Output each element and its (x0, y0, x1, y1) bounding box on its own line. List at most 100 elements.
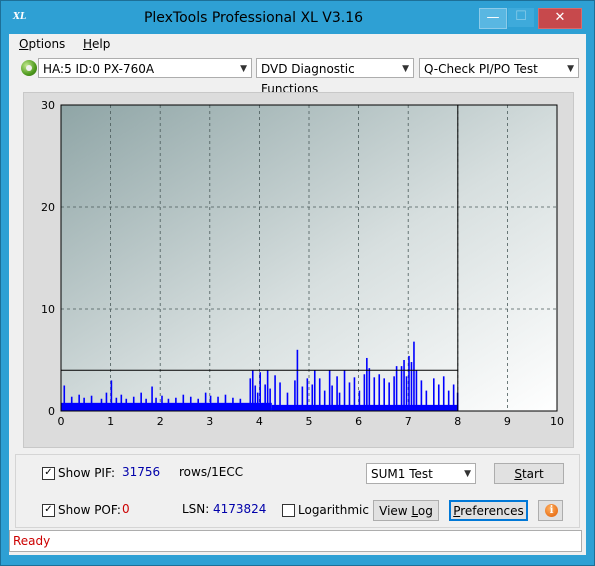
x-tick-label: 5 (306, 415, 313, 428)
pif-bar (90, 395, 93, 411)
pif-bar (338, 392, 341, 411)
pif-bar (249, 378, 252, 411)
pif-bar (405, 376, 408, 411)
pif-bar (447, 390, 450, 411)
y-tick-label: 10 (41, 303, 55, 316)
pif-bar (415, 370, 418, 411)
start-button-accel: S (514, 467, 522, 481)
pif-bar (155, 397, 157, 411)
pif-bar (259, 372, 261, 411)
view-log-button-a: View (379, 504, 412, 518)
drive-status-icon (21, 60, 37, 76)
x-tick-label: 8 (454, 415, 461, 428)
pif-bar (125, 398, 128, 411)
pif-bar (420, 380, 423, 411)
pif-bar (313, 370, 316, 411)
window-title: PlexTools Professional XL V3.16 (143, 10, 364, 26)
chevron-down-icon: ▼ (567, 64, 574, 74)
pif-bar (437, 384, 440, 411)
minimize-button[interactable]: — (479, 8, 507, 29)
pif-bar (274, 375, 276, 411)
menu-help[interactable]: Help (83, 37, 110, 51)
pif-bar (410, 362, 413, 411)
pif-bar (358, 390, 361, 411)
pif-bar (70, 396, 73, 411)
rows-label: rows/1ECC (179, 465, 244, 479)
pif-bar (286, 392, 289, 411)
title-bar[interactable]: XL PlexTools Professional XL V3.16 — ☐ ✕ (1, 1, 594, 34)
status-bar: Ready (9, 530, 582, 552)
menu-bar: Options Help (9, 34, 586, 54)
preferences-button[interactable]: Preferences (449, 500, 528, 521)
pif-bar (452, 384, 455, 411)
function-select[interactable]: DVD Diagnostic Functions ▼ (256, 58, 414, 96)
client-area: Options Help HA:5 ID:0 PX-760A ▼ DVD Dia… (9, 34, 586, 555)
pif-bar (395, 366, 398, 411)
pif-bar (442, 376, 445, 411)
view-log-button[interactable]: View Log (373, 500, 439, 521)
y-tick-label: 30 (41, 99, 55, 112)
pif-bar (363, 374, 366, 411)
logarithmic-label: Logarithmic (298, 503, 369, 517)
pif-value: 31756 (122, 465, 161, 479)
pif-bar (197, 398, 199, 411)
logarithmic-checkbox[interactable] (282, 504, 295, 517)
pif-bar (105, 392, 108, 411)
pif-bar (400, 366, 403, 411)
chart-panel: 0 1 2 3 4 5 6 7 8 9 10 0 10 20 30 (23, 92, 574, 448)
pif-bar (328, 370, 331, 411)
pif-bar (373, 377, 376, 411)
sum-test-value: SUM1 Test (371, 467, 433, 481)
pif-bar (266, 370, 269, 411)
x-tick-label: 6 (355, 415, 362, 428)
drive-select[interactable]: HA:5 ID:0 PX-760A ▼ (38, 58, 252, 78)
pif-bar (251, 370, 254, 411)
drive-select-value: HA:5 ID:0 PX-760A (43, 62, 155, 76)
pif-bar (189, 396, 192, 411)
pif-bar (279, 382, 281, 411)
pif-bar (388, 382, 390, 411)
x-tick-label: 10 (550, 415, 564, 428)
close-button[interactable]: ✕ (538, 8, 582, 29)
show-pof-checkbox[interactable]: ✓ (42, 504, 55, 517)
menu-options-rest: ptions (28, 37, 66, 51)
pif-bar (232, 397, 234, 411)
status-text: Ready (13, 534, 51, 548)
pif-bar (296, 349, 299, 411)
sum-test-select[interactable]: SUM1 Test ▼ (366, 463, 476, 484)
info-button[interactable]: i (538, 500, 563, 521)
pif-bar (167, 398, 170, 411)
pif-bar (110, 380, 113, 411)
test-select[interactable]: Q-Check PI/PO Test ▼ (419, 58, 579, 78)
pif-bar (343, 370, 346, 411)
x-tick-label: 2 (157, 415, 164, 428)
x-tick-label: 3 (206, 415, 213, 428)
function-select-value: DVD Diagnostic Functions (261, 62, 355, 96)
pif-bar (151, 386, 153, 411)
pif-bar (83, 397, 85, 411)
pif-bar (353, 377, 356, 411)
x-tick-label: 1 (107, 415, 114, 428)
pif-bar (204, 392, 207, 411)
pif-bar (336, 376, 338, 411)
pif-bar (318, 378, 321, 411)
pif-bar (100, 398, 103, 411)
pif-bar (311, 384, 314, 411)
menu-options[interactable]: Options (19, 37, 65, 51)
pif-bar (145, 398, 147, 411)
pif-bar (78, 394, 80, 411)
start-button[interactable]: Start (494, 463, 564, 484)
pif-bar (348, 382, 351, 411)
pif-bar (331, 385, 333, 411)
maximize-button[interactable]: ☐ (508, 8, 534, 27)
start-button-rest: tart (521, 467, 544, 481)
pif-bar (368, 368, 371, 411)
y-tick-label: 20 (41, 201, 55, 214)
pif-bar (294, 380, 296, 411)
pif-bar (413, 341, 415, 411)
preferences-button-rest: references (460, 504, 524, 518)
show-pif-checkbox[interactable]: ✓ (42, 467, 55, 480)
pif-bar (433, 378, 435, 411)
pif-bar (182, 394, 185, 411)
pif-bar (393, 376, 395, 411)
